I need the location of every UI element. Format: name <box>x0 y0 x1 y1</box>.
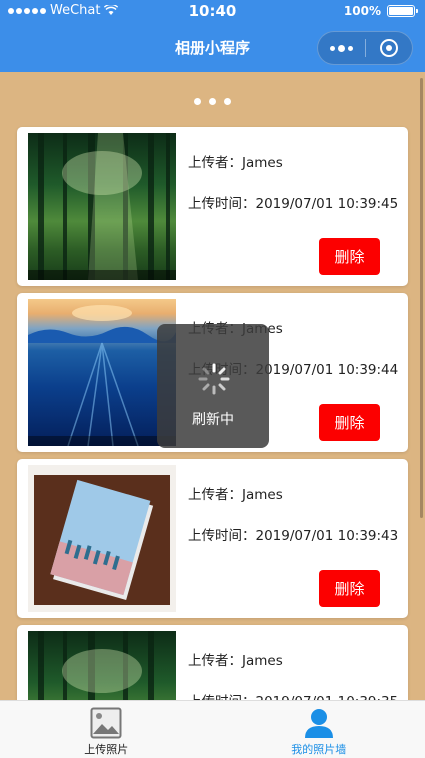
spinner-icon <box>198 363 230 395</box>
pull-refresh-dots <box>0 98 425 105</box>
user-icon <box>304 709 333 738</box>
close-miniprogram-icon[interactable] <box>365 32 412 64</box>
forest-photo[interactable] <box>28 631 176 700</box>
tab-bar: 上传照片 我的照片墙 <box>0 700 425 758</box>
navigation-bar: 相册小程序 <box>0 24 425 72</box>
uploader-text: 上传者：James <box>188 653 283 669</box>
loading-toast: 刷新中 <box>157 324 269 448</box>
menu-capsule <box>317 31 413 65</box>
book-photo[interactable] <box>28 465 176 612</box>
tab-label: 上传照片 <box>84 743 129 756</box>
more-options-icon[interactable] <box>318 32 365 64</box>
upload-time-text: 上传时间：2019/07/01 10:39:43 <box>188 528 399 544</box>
battery-percent: 100% <box>343 4 381 18</box>
photo-card: 上传者：James 上传时间：2019/07/01 10:39:43 删除 <box>17 459 408 618</box>
battery-icon <box>387 5 418 17</box>
status-bar: WeChat 10:40 100% <box>0 0 425 24</box>
delete-button[interactable]: 删除 <box>319 570 380 607</box>
ocean-photo[interactable] <box>28 299 176 446</box>
toast-label: 刷新中 <box>192 412 234 428</box>
uploader-text: 上传者：James <box>188 487 283 503</box>
photo-card: 上传者：James 上传时间：2019/07/01 10:39:45 删除 <box>17 127 408 286</box>
uploader-text: 上传者：James <box>188 155 283 171</box>
photo-card: 上传者：James 上传时间：2019/07/01 10:39:35 删除 <box>17 625 408 700</box>
delete-button[interactable]: 删除 <box>319 404 380 441</box>
upload-time-text: 上传时间：2019/07/01 10:39:45 <box>188 196 399 212</box>
tab-upload-photo[interactable]: 上传照片 <box>0 701 213 758</box>
tab-label: 我的照片墙 <box>291 743 347 756</box>
forest-photo[interactable] <box>28 133 176 280</box>
tab-my-photo-wall[interactable]: 我的照片墙 <box>213 701 425 758</box>
scrollbar[interactable] <box>420 78 423 518</box>
upload-time-text: 上传时间：2019/07/01 10:39:35 <box>188 690 398 700</box>
delete-button[interactable]: 删除 <box>319 238 380 275</box>
image-icon <box>90 707 122 739</box>
